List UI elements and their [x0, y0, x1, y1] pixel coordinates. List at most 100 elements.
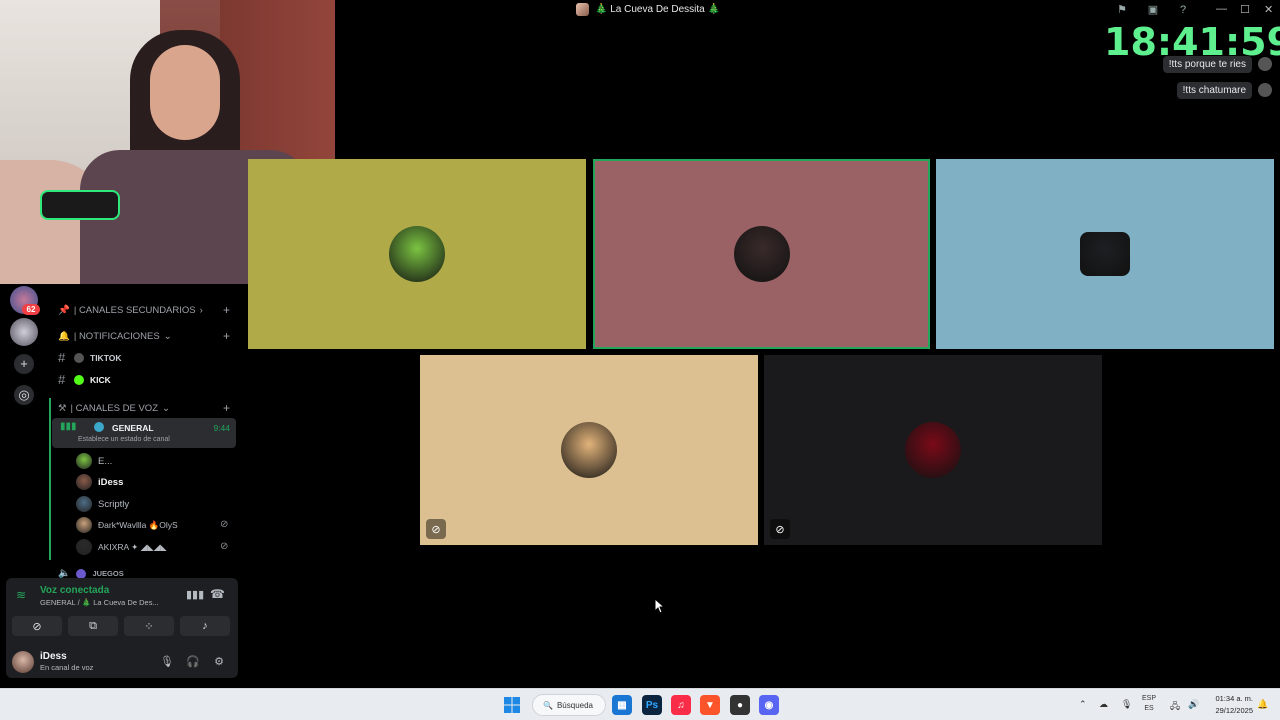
add-server-icon[interactable]: + [14, 354, 34, 374]
soundboard-icon: ♪ [202, 620, 208, 632]
settings-icon[interactable]: ⚙ [212, 655, 226, 669]
channel-icon [94, 422, 104, 432]
discord-icon[interactable]: ◉ [759, 695, 779, 715]
category-secundarios[interactable]: 📌 | CANALES SECUNDARIOS › [58, 305, 203, 316]
voice-timer: 9:44 [213, 423, 230, 433]
chat-avatar [1258, 57, 1272, 71]
store-icon[interactable]: ▦ [612, 695, 632, 715]
category-voz[interactable]: ⚒ | CANALES DE VOZ ⌄ [58, 403, 170, 414]
voice-connection-panel: ≋ Voz conectada GENERAL / 🎄 La Cueva De … [6, 578, 238, 678]
taskbar-clock[interactable]: 01:34 a. m. 29/12/2025 [1205, 693, 1253, 717]
notification-bell-icon[interactable]: 🔔 [1257, 699, 1268, 710]
chevron-down-icon: ⌄ [162, 403, 170, 414]
participant-avatar [561, 422, 617, 478]
chat-text: !tts porque te ries [1162, 55, 1252, 73]
chevron-down-icon: ⌄ [163, 331, 172, 342]
activities-button[interactable]: ⁘ [124, 616, 174, 636]
participant-tile[interactable]: ⊘ [764, 355, 1102, 545]
brave-icon[interactable]: ▼ [700, 695, 720, 715]
voice-location[interactable]: GENERAL / 🎄 La Cueva De Des... [40, 598, 159, 607]
explore-icon[interactable]: ◎ [14, 385, 34, 405]
deafened-icon: ⊘ [426, 519, 446, 539]
soundwave-icon [1080, 232, 1130, 276]
activities-icon: ⁘ [144, 620, 154, 633]
chat-message: !tts porque te ries [1162, 54, 1272, 74]
window-title-text: 🎄 La Cueva De Dessita 🎄 [595, 4, 720, 15]
user-status: En canal de voz [40, 663, 94, 672]
chat-avatar [1258, 83, 1272, 97]
mouse-cursor [655, 599, 665, 614]
taskbar-search[interactable]: 🔍 Búsqueda [532, 694, 606, 716]
deafened-icon: ⊘ [220, 541, 229, 552]
participant-tile[interactable] [248, 159, 586, 349]
member-avatar [76, 517, 92, 533]
participant-tile[interactable]: ⊘ [420, 355, 758, 545]
user-avatar[interactable] [12, 651, 34, 673]
user-name: iDess [40, 651, 67, 662]
discord-app: 🎄 La Cueva De Dessita 🎄 ⚑ ▣ ? — ☐ ✕ 18:4… [0, 0, 1280, 688]
windows-start-icon[interactable] [502, 695, 522, 715]
camera-button[interactable]: ⊘ [12, 616, 62, 636]
member-avatar [76, 453, 92, 469]
channel-kick[interactable]: # KICK [58, 372, 111, 387]
chat-text: !tts chatumare [1176, 81, 1252, 99]
voice-member[interactable]: E... [76, 453, 112, 469]
language-indicator[interactable]: ESP ES [1142, 694, 1156, 714]
close-button[interactable]: ✕ [1264, 3, 1273, 16]
screen-share-icon: ⧉ [89, 619, 97, 632]
voice-channel-line [49, 398, 51, 560]
voice-activity-icon: ▮▮▮ [60, 421, 77, 432]
add-channel-icon[interactable]: + [223, 329, 230, 343]
obs-icon[interactable]: ● [730, 695, 750, 715]
category-notificaciones[interactable]: 🔔 | NOTIFICACIONES ⌄ [58, 331, 172, 342]
voice-status[interactable]: Voz conectada [40, 585, 109, 596]
notification-badge: 62 [22, 304, 40, 315]
participant-tile[interactable] [936, 159, 1274, 349]
voice-member[interactable]: Ðark*Wavllla 🔥OlyS [76, 517, 178, 533]
channel-list: 📌 | CANALES SECUNDARIOS › + 🔔 | NOTIFICA… [48, 298, 242, 579]
music-icon[interactable]: ♫ [671, 695, 691, 715]
server-rail: 62 + ◎ [0, 284, 48, 574]
kick-icon [74, 374, 84, 385]
member-avatar [76, 496, 92, 512]
photoshop-icon[interactable]: Ps [642, 695, 662, 715]
voice-member[interactable]: Scriptly [76, 496, 129, 512]
disconnect-icon[interactable]: ☎ [210, 587, 225, 601]
server-avatar[interactable] [10, 318, 38, 346]
add-channel-icon[interactable]: + [223, 303, 230, 317]
network-icon[interactable]: 🖧 [1170, 699, 1180, 715]
screen-icon[interactable]: ▣ [1146, 3, 1160, 17]
camera-off-icon: ⊘ [32, 620, 42, 633]
hash-icon: # [58, 350, 66, 365]
chevron-right-icon: › [199, 305, 203, 316]
minimize-button[interactable]: — [1216, 3, 1227, 15]
channel-status-hint[interactable]: Establece un estado de canal [78, 436, 170, 443]
voice-member[interactable]: iDess [76, 474, 123, 490]
inbox-icon[interactable]: ⚑ [1115, 3, 1129, 17]
cloud-icon[interactable]: ☁ [1099, 699, 1108, 710]
chevron-up-icon[interactable]: ⌃ [1079, 699, 1087, 710]
bell-icon: 🔔 [58, 331, 70, 342]
participant-avatar [905, 422, 961, 478]
help-icon[interactable]: ? [1176, 3, 1190, 17]
voice-member[interactable]: AKIXRA ✦ ◢◣◢◣ [76, 539, 167, 555]
maximize-button[interactable]: ☐ [1240, 3, 1250, 16]
search-icon: 🔍 [543, 700, 553, 710]
add-channel-icon[interactable]: + [223, 401, 230, 415]
mic-icon[interactable]: 🎙 [160, 655, 174, 669]
pin-icon: 📌 [58, 305, 70, 316]
channel-tiktok[interactable]: # TIKTOK [58, 350, 121, 365]
headphones-icon[interactable]: 🎧 [186, 655, 200, 669]
soundboard-button[interactable]: ♪ [180, 616, 230, 636]
volume-icon[interactable]: 🔊 [1188, 699, 1199, 710]
deafened-icon: ⊘ [220, 519, 229, 530]
noise-suppression-icon[interactable]: ▮▮▮ [186, 588, 204, 601]
voice-channel-general[interactable]: ▮▮▮ GENERAL 9:44 Establece un estado de … [52, 418, 236, 448]
microphone [40, 190, 120, 220]
user-panel[interactable]: iDess En canal de voz 🎙 🎧 ⚙ [10, 650, 236, 674]
screen-share-button[interactable]: ⧉ [68, 616, 118, 636]
participant-tile[interactable] [593, 159, 930, 349]
hash-icon: # [58, 372, 66, 387]
mic-tray-icon[interactable]: 🎙 [1121, 699, 1132, 710]
member-avatar [76, 539, 92, 555]
